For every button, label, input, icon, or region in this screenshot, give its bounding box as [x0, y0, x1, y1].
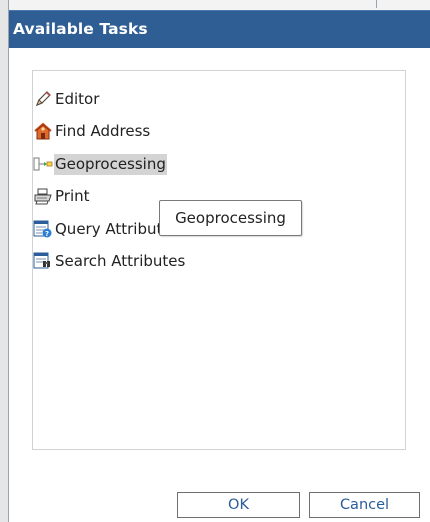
task-label: Print [55, 186, 90, 205]
geoprocessing-icon [33, 154, 53, 174]
cancel-button[interactable]: Cancel [309, 492, 420, 518]
window-left-edge [0, 0, 9, 522]
task-label: Search Attributes [55, 251, 186, 270]
geoprocessing-tooltip: Geoprocessing [159, 200, 302, 236]
dialog-title-bar[interactable]: Available Tasks [9, 10, 430, 48]
svg-text:?: ? [45, 230, 49, 238]
query-attributes-icon: ? [33, 219, 53, 239]
task-item-geoprocessing[interactable]: Geoprocessing [33, 153, 167, 175]
pencil-icon [33, 89, 53, 109]
house-icon [33, 121, 53, 141]
task-label: Find Address [55, 121, 151, 140]
printer-icon [33, 186, 53, 206]
task-list[interactable]: Editor Find Address Geoprocessing Print … [32, 70, 406, 450]
window-top-divider [376, 0, 377, 8]
task-item-editor[interactable]: Editor [33, 88, 100, 110]
search-attributes-icon [33, 251, 53, 271]
ok-button[interactable]: OK [177, 492, 300, 518]
task-item-print[interactable]: Print [33, 185, 91, 207]
app-frame: Available Tasks Editor Find Address Geop… [0, 0, 430, 522]
task-label: Editor [55, 89, 100, 108]
window-top-strip [9, 0, 430, 10]
task-item-find-address[interactable]: Find Address [33, 120, 151, 142]
available-tasks-dialog: Available Tasks Editor Find Address Geop… [9, 10, 430, 522]
dialog-title: Available Tasks [13, 20, 148, 38]
task-label: Geoprocessing [54, 153, 167, 175]
task-item-search-attributes[interactable]: Search Attributes [33, 250, 186, 272]
